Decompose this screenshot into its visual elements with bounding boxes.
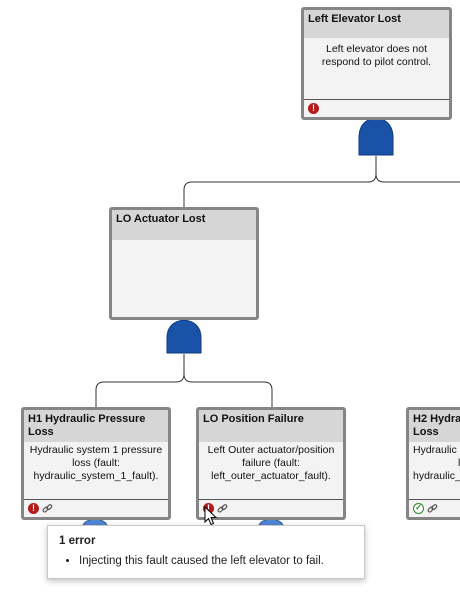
node-h1-hydraulic-pressure-loss[interactable]: H1 Hydraulic Pressure Loss Hydraulic sys… [21, 407, 171, 520]
link-icon[interactable] [217, 503, 228, 514]
error-tooltip: 1 error Injecting this fault caused the … [47, 525, 365, 579]
node-lo-actuator-lost[interactable]: LO Actuator Lost [109, 207, 259, 320]
or-gate-left-elevator[interactable] [358, 117, 394, 156]
node-footer: ! [199, 499, 343, 517]
node-title: LO Position Failure [199, 410, 343, 442]
connector-to-lo-actuator [183, 156, 377, 208]
desc-line: lo [413, 457, 460, 470]
error-icon[interactable]: ! [28, 503, 39, 514]
node-title: H2 Hydra Loss [409, 410, 460, 442]
node-description: Left elevator does not respond to pilot … [321, 43, 432, 68]
node-left-elevator-lost[interactable]: Left Elevator Lost Left elevator does no… [301, 7, 452, 120]
error-icon[interactable]: ! [308, 103, 319, 114]
desc-line: Hydraulic [413, 444, 457, 456]
node-title: LO Actuator Lost [112, 210, 256, 240]
node-title: H1 Hydraulic Pressure Loss [24, 410, 168, 442]
node-lo-position-failure[interactable]: LO Position Failure Left Outer actuator/… [196, 407, 346, 520]
desc-line: hydraulic_ [413, 470, 460, 482]
check-icon[interactable]: ✓ [413, 503, 424, 514]
node-h2-hydraulic-pressure-loss[interactable]: H2 Hydra Loss Hydraulic lo hydraulic_ ✓ [406, 407, 460, 520]
tooltip-list: Injecting this fault caused the left ele… [59, 554, 353, 568]
tooltip-item: Injecting this fault caused the left ele… [79, 554, 353, 568]
node-description: Hydraulic lo hydraulic_ [409, 442, 460, 483]
node-description: Left Outer actuator/position failure (fa… [207, 444, 335, 482]
node-title-line: H2 Hydra [413, 413, 460, 425]
node-title: Left Elevator Lost [304, 10, 449, 38]
node-description: Hydraulic system 1 pressure loss (fault:… [29, 444, 163, 482]
node-footer: ! [304, 99, 449, 117]
node-description [112, 240, 256, 245]
tooltip-title: 1 error [59, 535, 96, 547]
link-icon[interactable] [427, 503, 438, 514]
node-title-line: Loss [413, 426, 439, 438]
connector-to-lo-position [183, 373, 273, 408]
or-gate-lo-actuator[interactable] [166, 319, 202, 354]
node-footer: ! [24, 499, 168, 517]
link-icon[interactable] [42, 503, 53, 514]
mouse-cursor-icon [204, 506, 218, 526]
node-footer: ✓ [409, 499, 460, 517]
connector-to-h1 [95, 354, 185, 408]
connector-to-right-branch [375, 173, 460, 183]
